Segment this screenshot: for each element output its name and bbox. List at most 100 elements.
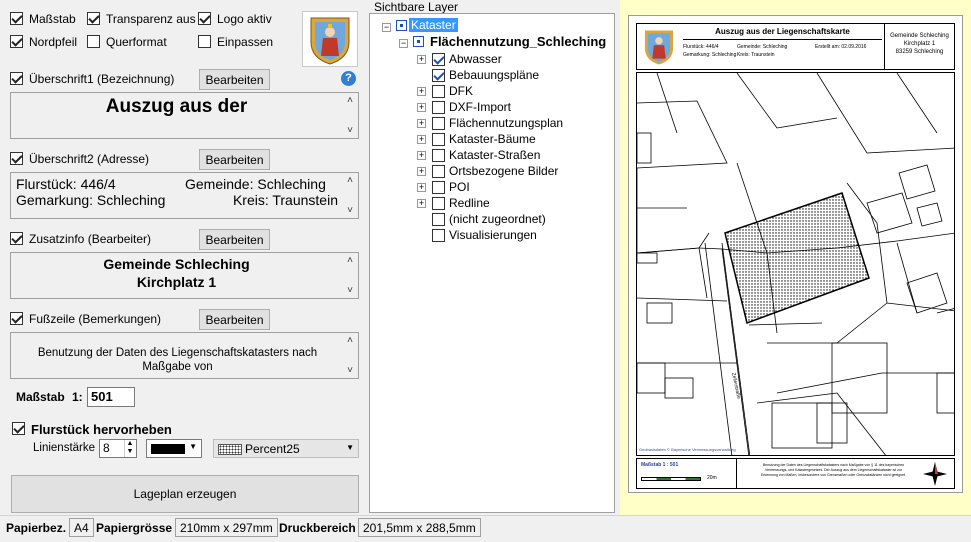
expand-icon[interactable]: + bbox=[417, 183, 426, 192]
fusszeile-edit-button[interactable]: Bearbeiten bbox=[199, 309, 270, 330]
layer-checkbox[interactable] bbox=[432, 53, 445, 66]
preview-footer-text: Benutzung der Daten des Liegenschaftskat… bbox=[761, 463, 906, 477]
layer-item[interactable]: (nicht zugeordnet) bbox=[449, 212, 546, 228]
layer-checkbox[interactable] bbox=[432, 85, 445, 98]
massstab-checkbox[interactable] bbox=[10, 12, 23, 25]
druckbereich-label: Druckbereich bbox=[279, 520, 356, 535]
querformat-label: Querformat bbox=[106, 35, 167, 49]
layer-checkbox[interactable] bbox=[432, 149, 445, 162]
ueberschrift2-textbox[interactable]: Flurstück: 446/4 Gemeinde: Schleching Ge… bbox=[10, 172, 359, 219]
root-node-icon bbox=[396, 20, 407, 31]
gemarkung-text: Gemarkung: Schleching bbox=[16, 192, 166, 208]
expand-icon[interactable]: + bbox=[417, 167, 426, 176]
fusszeile-scrollbar[interactable]: ˄ ˅ bbox=[344, 333, 356, 378]
nordpfeil-checkbox[interactable] bbox=[10, 35, 23, 48]
tree-root-kataster[interactable]: Kataster bbox=[409, 18, 458, 32]
ueberschrift2-label: Überschrift2 (Adresse) bbox=[29, 152, 150, 166]
collapse-icon[interactable]: − bbox=[399, 39, 408, 48]
layer-checkbox[interactable] bbox=[432, 69, 445, 82]
zusatzinfo-checkbox[interactable] bbox=[10, 232, 23, 245]
generate-lageplan-button[interactable]: Lageplan erzeugen bbox=[11, 475, 359, 513]
scroll-down-icon[interactable]: ˅ bbox=[347, 365, 353, 376]
layer-checkbox[interactable] bbox=[432, 213, 445, 226]
north-arrow-icon bbox=[920, 460, 950, 488]
zusatzinfo-line1: Gemeinde Schleching bbox=[103, 256, 250, 272]
expand-icon[interactable]: + bbox=[417, 119, 426, 128]
druckbereich-value: 201,5mm x 288,5mm bbox=[358, 518, 481, 537]
scalebar-label: 20m bbox=[707, 475, 717, 481]
collapse-icon[interactable]: − bbox=[382, 23, 391, 32]
layer-tree[interactable]: − Kataster − Flächennutzung_Schleching +… bbox=[369, 13, 615, 513]
logo-checkbox[interactable] bbox=[198, 12, 211, 25]
layer-checkbox[interactable] bbox=[432, 117, 445, 130]
zusatzinfo-label: Zusatzinfo (Bearbeiter) bbox=[29, 232, 152, 246]
expand-icon[interactable]: + bbox=[417, 55, 426, 64]
ueberschrift1-checkbox[interactable] bbox=[10, 72, 23, 85]
stepper-arrows-icon[interactable]: ▲ ▼ bbox=[124, 440, 135, 457]
scroll-up-icon[interactable]: ˄ bbox=[347, 95, 353, 106]
ueberschrift2-edit-button[interactable]: Bearbeiten bbox=[199, 149, 270, 170]
ueberschrift1-edit-button[interactable]: Bearbeiten bbox=[199, 69, 270, 90]
scroll-down-icon[interactable]: ˅ bbox=[347, 285, 353, 296]
color-swatch bbox=[151, 444, 185, 454]
layer-checkbox[interactable] bbox=[432, 101, 445, 114]
pattern-label: Percent25 bbox=[245, 442, 300, 456]
papierbez-label: Papierbez. bbox=[6, 520, 67, 535]
scroll-down-icon[interactable]: ˅ bbox=[347, 205, 353, 216]
expand-icon[interactable]: + bbox=[417, 103, 426, 112]
linienstaerke-value: 8 bbox=[103, 441, 110, 455]
chevron-down-icon: ▼ bbox=[189, 442, 197, 451]
expand-icon[interactable]: + bbox=[417, 151, 426, 160]
ueberschrift1-text: Auszug aus der bbox=[105, 96, 248, 117]
zusatzinfo-edit-button[interactable]: Bearbeiten bbox=[199, 229, 270, 250]
fusszeile-checkbox[interactable] bbox=[10, 312, 23, 325]
scroll-up-icon[interactable]: ˄ bbox=[347, 175, 353, 186]
fusszeile-textbox[interactable]: Benutzung der Daten des Liegenschaftskat… bbox=[10, 332, 359, 379]
transparenz-checkbox[interactable] bbox=[87, 12, 100, 25]
layer-item[interactable]: Visualisierungen bbox=[449, 228, 537, 244]
linienstaerke-stepper[interactable]: 8 ▲ ▼ bbox=[99, 439, 137, 458]
expand-icon[interactable]: + bbox=[417, 135, 426, 144]
ueberschrift1-scrollbar[interactable]: ˄ ˅ bbox=[344, 93, 356, 138]
scroll-up-icon[interactable]: ˄ bbox=[347, 335, 353, 346]
layer-item[interactable]: Kataster-Straßen bbox=[449, 148, 540, 164]
layer-item[interactable]: Abwasser bbox=[449, 52, 502, 68]
expand-icon[interactable]: + bbox=[417, 87, 426, 96]
layer-checkbox[interactable] bbox=[432, 197, 445, 210]
map-preview-area[interactable]: Auszug aus der Liegenschaftskarte Flurst… bbox=[620, 0, 971, 515]
layer-item[interactable]: DFK bbox=[449, 84, 473, 100]
zusatzinfo-textbox[interactable]: Gemeinde Schleching Kirchplatz 1 ˄ ˅ bbox=[10, 252, 359, 299]
line-color-select[interactable]: ▼ bbox=[146, 439, 202, 458]
zusatzinfo-scrollbar[interactable]: ˄ ˅ bbox=[344, 253, 356, 298]
layer-item[interactable]: Bebauungspläne bbox=[449, 68, 539, 84]
layer-checkbox[interactable] bbox=[432, 133, 445, 146]
coat-of-arms-logo[interactable] bbox=[302, 11, 358, 67]
flurstueck-highlight-checkbox[interactable] bbox=[12, 422, 25, 435]
ueberschrift2-checkbox[interactable] bbox=[10, 152, 23, 165]
querformat-checkbox[interactable] bbox=[87, 35, 100, 48]
layer-item[interactable]: POI bbox=[449, 180, 470, 196]
nordpfeil-label: Nordpfeil bbox=[29, 35, 78, 49]
scale-prefix: 1: bbox=[72, 390, 83, 404]
scale-input[interactable]: 501 bbox=[87, 387, 135, 407]
ueberschrift1-textbox[interactable]: Auszug aus der ˄ ˅ bbox=[10, 92, 359, 139]
preview-addr2: Kirchplatz 1 bbox=[903, 41, 936, 47]
pattern-swatch bbox=[218, 444, 242, 455]
tree-group-flaechennutzung[interactable]: Flächennutzung_Schleching bbox=[430, 34, 606, 49]
scroll-down-icon[interactable]: ˅ bbox=[347, 125, 353, 136]
expand-icon[interactable]: + bbox=[417, 199, 426, 208]
layer-checkbox[interactable] bbox=[432, 165, 445, 178]
layers-title: Sichtbare Layer bbox=[374, 0, 459, 14]
pattern-select[interactable]: Percent25 ▼ bbox=[213, 439, 359, 458]
layer-item[interactable]: Redline bbox=[449, 196, 490, 212]
layer-item[interactable]: DXF-Import bbox=[449, 100, 511, 116]
layer-checkbox[interactable] bbox=[432, 181, 445, 194]
help-icon[interactable]: ? bbox=[341, 71, 356, 86]
layer-item[interactable]: Kataster-Bäume bbox=[449, 132, 536, 148]
ueberschrift2-scrollbar[interactable]: ˄ ˅ bbox=[344, 173, 356, 218]
scroll-up-icon[interactable]: ˄ bbox=[347, 255, 353, 266]
einpassen-checkbox[interactable] bbox=[198, 35, 211, 48]
layer-item[interactable]: Ortsbezogene Bilder bbox=[449, 164, 558, 180]
layer-item[interactable]: Flächennutzungsplan bbox=[449, 116, 563, 132]
layer-checkbox[interactable] bbox=[432, 229, 445, 242]
